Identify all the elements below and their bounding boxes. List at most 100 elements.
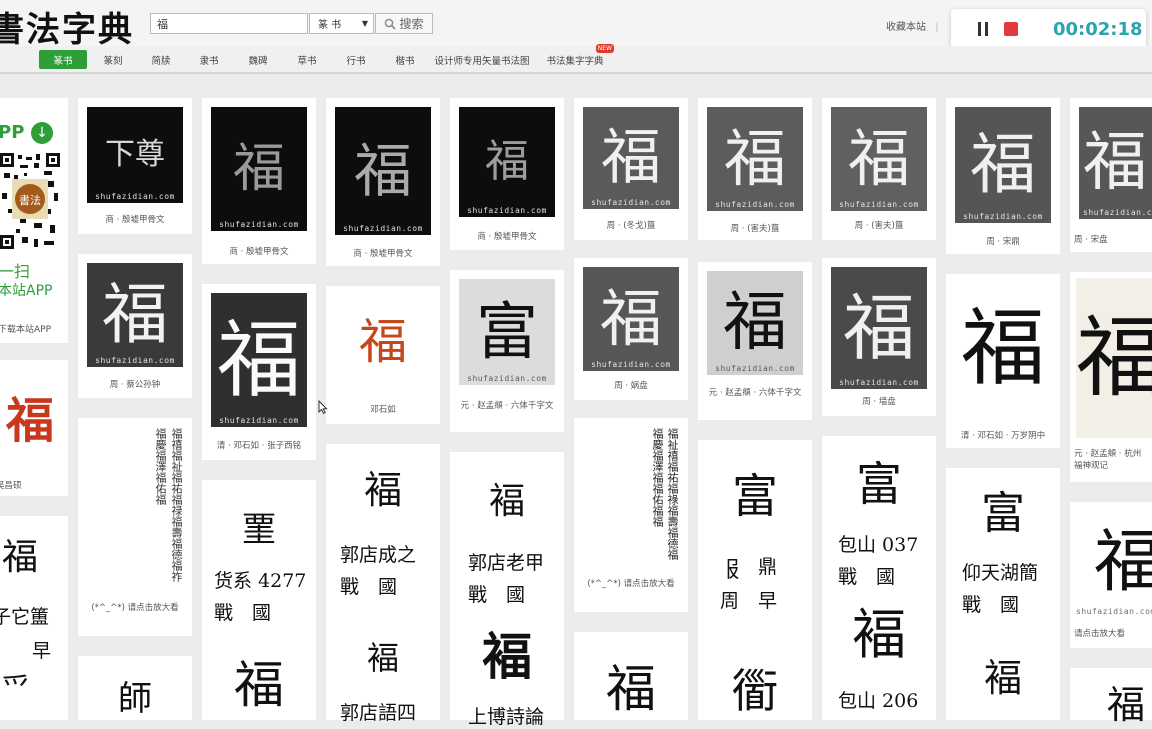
inscription-source: 郭店成之 xyxy=(340,544,417,566)
calligraphy-caption: 吴昌硕 xyxy=(0,481,22,491)
search-type-value: 篆 书 xyxy=(318,20,342,31)
pause-icon[interactable] xyxy=(978,22,989,36)
calligraphy-image: 褔 xyxy=(983,656,1022,700)
tab-kaishu[interactable]: 楷书 xyxy=(389,50,421,69)
calligraphy-card[interactable]: 富 shufazidian.com 元 · 赵孟頫 · 六体千字文 xyxy=(450,270,564,432)
calligraphy-caption: 商 · 殷墟甲骨文 xyxy=(353,249,413,259)
tab-vector-designer[interactable]: 设计师专用矢量书法图 xyxy=(432,50,532,69)
inscription-source: 货系 4277 xyxy=(214,570,307,592)
inscription-era: 早 xyxy=(32,640,52,662)
calligraphy-caption: 商 · 殷墟甲骨文 xyxy=(105,215,165,225)
calligraphy-image: 福 xyxy=(335,292,431,392)
calligraphy-card[interactable]: 福祉禧福祐福祿福壽福德福福慶福澤福福佑福福 (*^_^*) 请点击放大看 xyxy=(574,418,688,612)
calligraphy-card[interactable]: 富 包山 037 戰 國 褔 包山 206 xyxy=(822,436,936,720)
watermark: shufazidian.com xyxy=(467,374,547,383)
glyph-text: 福 xyxy=(102,276,168,353)
calligraphy-image: 福 shufazidian.com xyxy=(707,271,803,375)
search-type-select[interactable]: 篆 书 ▼ xyxy=(309,13,374,34)
calligraphy-card[interactable]: 福 子它簠 早 爫 xyxy=(0,516,68,720)
calligraphy-card[interactable]: 福 xyxy=(574,632,688,720)
site-logo[interactable]: 書法字典 xyxy=(0,2,134,51)
calligraphy-card[interactable]: 福 shufazidian.com 周 · 墙盘 xyxy=(822,258,936,416)
calligraphy-image: 下尊 shufazidian.com xyxy=(87,107,183,203)
calligraphy-card[interactable]: 福 shufazidian.com 商 · 殷墟甲骨文 xyxy=(326,98,440,266)
calligraphy-caption: 周 · (害夫)簋 xyxy=(854,221,904,231)
calligraphy-card[interactable]: 福 xyxy=(1070,668,1152,724)
calligraphy-card[interactable]: 福 吴昌硕 xyxy=(0,360,68,496)
tab-jizi-label: 书法集字字典 xyxy=(546,55,604,67)
calligraphy-card[interactable]: 福 邓石如 xyxy=(326,286,440,424)
glyph-text: 福 xyxy=(847,122,910,195)
calligraphy-card[interactable]: 福 shufazidian.com 周 · (冬戈)簋 xyxy=(574,98,688,240)
calligraphy-card[interactable]: 福 shufazidian.com 周 · 宋盘 xyxy=(1070,98,1152,252)
inscription-era: 戰 國 xyxy=(838,566,896,588)
calligraphy-card[interactable]: 師 xyxy=(78,656,192,720)
download-app-link[interactable]: 下载本站APP xyxy=(0,322,51,335)
calligraphy-card[interactable]: 褔 郭店成之 戰 國 褔 郭店語四 xyxy=(326,444,440,724)
app-title: PP xyxy=(0,122,25,143)
tab-zhuanke[interactable]: 篆刻 xyxy=(97,50,129,69)
glyph-text: 福 xyxy=(232,139,285,199)
watermark: shufazidian.com xyxy=(591,360,671,369)
glyph-text: 福 xyxy=(353,137,412,205)
calligraphy-card[interactable]: 䙵 货系 4277 戰 國 福 xyxy=(202,480,316,720)
calligraphy-card[interactable]: 下尊 shufazidian.com 商 · 殷墟甲骨文 xyxy=(78,98,192,234)
calligraphy-caption: (*^_^*) 请点击放大看 xyxy=(91,603,179,613)
calligraphy-caption: 周 · 蔡公孙钟 xyxy=(109,380,161,390)
search-value: 福 xyxy=(157,17,168,31)
calligraphy-card[interactable]: 福 清 · 邓石如 · 万岁阴中 xyxy=(946,274,1060,448)
search-button-label: 搜索 xyxy=(399,17,424,31)
calligraphy-image: 褔 xyxy=(363,468,402,512)
watermark: shufazidian.com xyxy=(715,200,795,209)
tab-lishu[interactable]: 隶书 xyxy=(193,50,225,69)
search-button[interactable]: 搜索 xyxy=(375,13,433,34)
glyph-text: 福 xyxy=(601,123,661,193)
tab-caoshu[interactable]: 草书 xyxy=(291,50,323,69)
calligraphy-card[interactable]: 福 shufazidian.com 清 · 邓石如 · 张子西铭 xyxy=(202,284,316,460)
tab-zhuanshu[interactable]: 篆书 xyxy=(39,50,87,69)
inscription-source: 郭店老甲 xyxy=(468,552,545,574)
calligraphy-card[interactable]: 福 shufazidian.com 商 · 殷墟甲骨文 xyxy=(202,98,316,264)
calligraphy-image: 衟 xyxy=(732,664,778,718)
app-name-text: 本站APP xyxy=(0,283,53,299)
calligraphy-card[interactable]: 福 shufazidian.com 周 · 娲盘 xyxy=(574,258,688,400)
calligraphy-card[interactable]: 福 shufazidian.com 周 · 蔡公孙钟 xyxy=(78,254,192,398)
calligraphy-card[interactable]: 福禧福祉福祐福禄福壽福德福祚福慶福澤福佑福 (*^_^*) 请点击放大看 xyxy=(78,418,192,636)
tab-jizi-dictionary[interactable]: 书法集字字典 NEW xyxy=(544,44,614,69)
calligraphy-card[interactable]: 福 shufazidian.com 周 · (害夫)簋 xyxy=(822,98,936,240)
calligraphy-card[interactable]: 福 元 · 赵孟頫 · 杭州福神观记 xyxy=(1070,272,1152,482)
calligraphy-caption: 周 · (冬戈)簋 xyxy=(606,221,656,231)
calligraphy-image: 福 shufazidian.com xyxy=(583,107,679,209)
calligraphy-caption: 元 · 赵孟頫 · 杭州福神观记 xyxy=(1074,449,1142,471)
app-download-panel: PP ↓ 書法 一扫 本站APP 下载本站APP xyxy=(0,98,68,343)
calligraphy-image: 富 xyxy=(732,469,778,523)
search-input[interactable]: 福 xyxy=(150,13,308,34)
stop-icon[interactable] xyxy=(1004,22,1018,36)
qr-code-image[interactable]: 書法 xyxy=(0,153,60,249)
calligraphy-image: 福 xyxy=(955,280,1051,416)
calligraphy-card[interactable]: 富 仰天湖簡 戰 國 褔 xyxy=(946,468,1060,720)
calligraphy-image: 福 shufazidian.com xyxy=(583,267,679,371)
calligraphy-card[interactable]: 福 shufazidian.com 请点击放大看 xyxy=(1070,502,1152,648)
calligraphy-card[interactable]: 富 𠬝 鼎 周 早 衟 xyxy=(698,440,812,720)
calligraphy-image: 福 shufazidian.com xyxy=(1079,107,1152,219)
calligraphy-caption: 商 · 殷墟甲骨文 xyxy=(477,232,537,242)
watermark: shufazidian.com xyxy=(839,200,919,209)
calligraphy-card[interactable]: 福 shufazidian.com 周 · (害夫)簋 xyxy=(698,98,812,240)
calligraphy-card[interactable]: 福 shufazidian.com 元 · 赵孟頫 · 六体千字文 xyxy=(698,262,812,420)
watermark: shufazidian.com xyxy=(343,224,423,233)
calligraphy-image: 福 shufazidian.com xyxy=(707,107,803,211)
tab-weibei[interactable]: 魏碑 xyxy=(242,50,274,69)
calligraphy-card[interactable]: 福 shufazidian.com 周 · 宋鼎 xyxy=(946,98,1060,254)
tab-jiandu[interactable]: 简牍 xyxy=(145,50,177,69)
calligraphy-card[interactable]: 福 shufazidian.com 商 · 殷墟甲骨文 xyxy=(450,98,564,250)
calligraphy-sheet-image: 福禧福祉福祐福禄福壽福德福祚福慶福澤福佑福 xyxy=(82,422,188,594)
calligraphy-image: 富 xyxy=(981,488,1025,539)
inscription-era: 戰 國 xyxy=(962,594,1020,616)
watermark: shufazidian.com xyxy=(219,416,299,425)
tab-xingshu[interactable]: 行书 xyxy=(340,50,372,69)
calligraphy-image: 福 xyxy=(1076,278,1152,438)
calligraphy-card[interactable]: 褔 郭店老甲 戰 國 褔 上博詩論 xyxy=(450,452,564,728)
favorite-link[interactable]: 收藏本站 | xyxy=(886,18,939,33)
inscription-source: 子它簠 xyxy=(0,606,50,628)
